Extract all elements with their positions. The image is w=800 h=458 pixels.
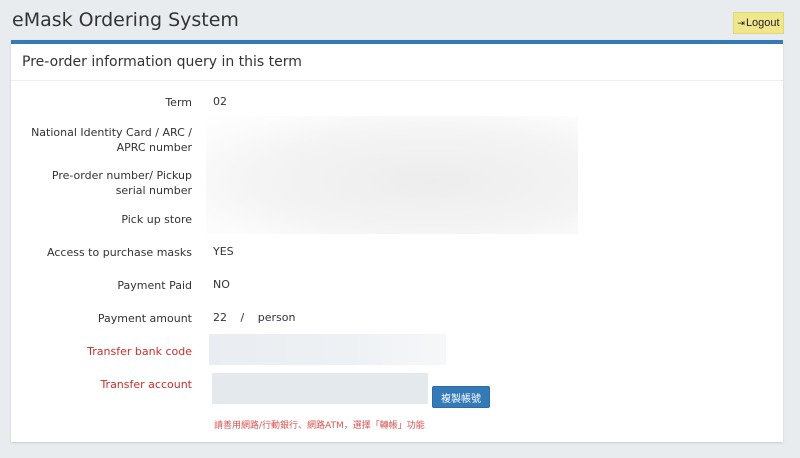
amount-number: 22: [213, 311, 227, 324]
id-number-label: National Identity Card / ARC / APRC numb…: [31, 126, 192, 154]
access-value: YES: [213, 245, 234, 258]
paid-value: NO: [213, 278, 230, 291]
transfer-notice: 請善用網路/行動銀行、網路ATM，選擇「轉帳」功能: [214, 421, 425, 431]
copy-account-button[interactable]: 複製帳號: [432, 386, 490, 408]
term-value: 02: [213, 95, 227, 108]
logout-button[interactable]: ⇥ Logout: [733, 12, 784, 34]
logout-label: Logout: [745, 17, 780, 29]
amount-separator: /: [240, 311, 245, 324]
serial-label: Pre-order number/ Pickup serial number: [51, 169, 192, 197]
redacted-info-block: [206, 116, 578, 234]
term-label: Term: [165, 96, 192, 109]
panel-title: Pre-order information query in this term: [11, 44, 783, 81]
account-label: Transfer account: [100, 378, 192, 391]
app-title: eMask Ordering System: [12, 9, 239, 31]
bank-code-field: [209, 334, 446, 365]
store-label: Pick up store: [121, 213, 192, 226]
logout-icon: ⇥: [737, 17, 745, 28]
paid-label: Payment Paid: [117, 279, 192, 292]
preorder-panel: Pre-order information query in this term…: [11, 40, 783, 442]
account-field: [212, 373, 428, 404]
access-label: Access to purchase masks: [47, 246, 192, 259]
amount-unit: person: [257, 311, 296, 324]
bank-code-label: Transfer bank code: [87, 345, 192, 358]
amount-value: 22 / person: [213, 311, 295, 324]
amount-label: Payment amount: [97, 312, 192, 325]
